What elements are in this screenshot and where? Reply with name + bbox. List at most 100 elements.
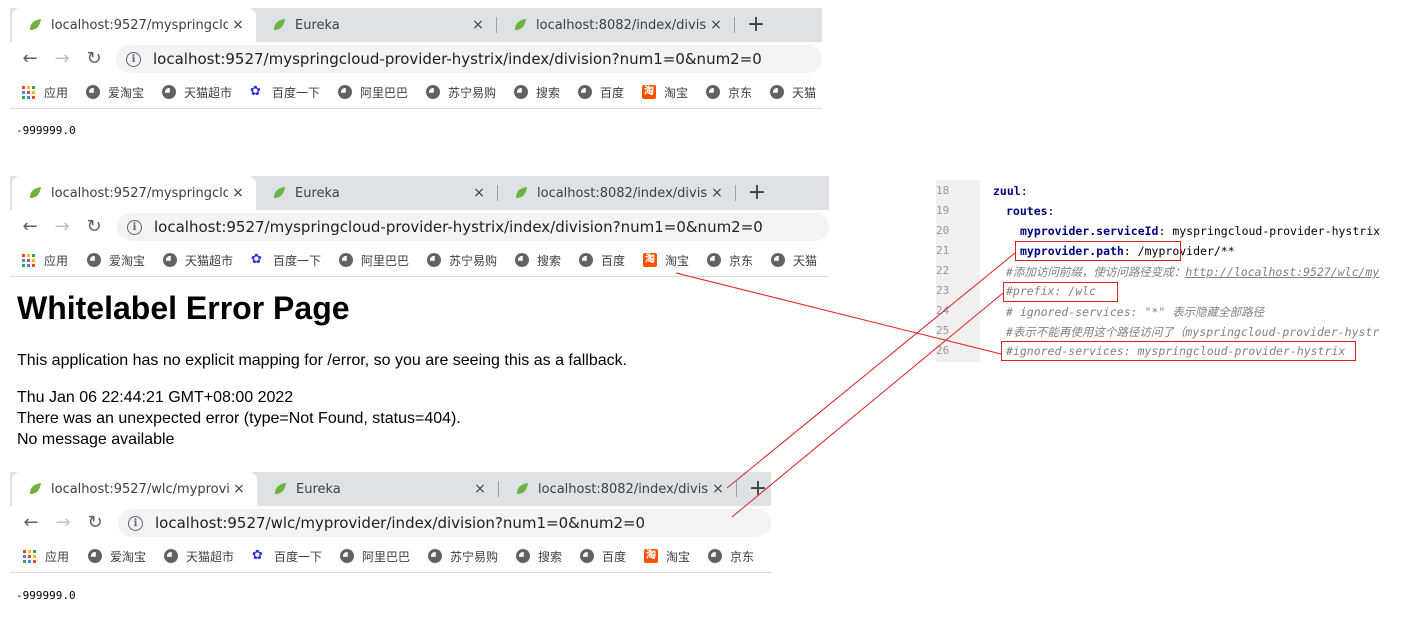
bookmark-label: 搜索 (537, 253, 562, 268)
bookmark-item[interactable]: 爱淘宝 (88, 540, 146, 572)
tab-close-button[interactable]: × (228, 17, 248, 33)
tab-wlc-myprovider[interactable]: localhost:9527/wlc/myprovide × (12, 472, 257, 506)
tab-myspringcloud[interactable]: localhost:9527/myspringcloud × (12, 176, 256, 210)
tab-close-button[interactable]: × (470, 481, 490, 497)
bookmark-item[interactable]: 淘淘宝 (643, 244, 689, 276)
bookmark-item[interactable]: 天猫超市 (162, 76, 232, 108)
bookmark-item[interactable]: ✿ 百度一下 (252, 540, 322, 572)
globe-icon (164, 549, 178, 563)
bookmark-item[interactable]: 百度 (579, 244, 625, 276)
browser-window-1: localhost:9527/myspringcloud × Eureka × … (10, 8, 822, 109)
reload-button[interactable]: ↻ (82, 210, 106, 244)
globe-icon (770, 85, 784, 99)
globe-icon (707, 253, 721, 267)
toolbar: ← → ↻ i localhost:9527/myspringcloud-pro… (10, 42, 822, 76)
new-tab-button[interactable]: + (745, 176, 769, 210)
highlight-box-ignored (1001, 341, 1356, 361)
tab-eureka[interactable]: Eureka × (256, 8, 496, 42)
bookmark-item[interactable]: 天猫超市 (163, 244, 233, 276)
tab-close-button[interactable]: × (707, 185, 727, 201)
back-button[interactable]: ← (19, 506, 43, 540)
bookmark-item[interactable]: 天猫 (770, 76, 816, 108)
code-line: # ignored-services: "*" 表示隐藏全部路径 (1006, 304, 1264, 320)
line-number: 18 (936, 184, 950, 197)
bookmark-item[interactable]: 爱淘宝 (87, 244, 145, 276)
tab-eureka[interactable]: Eureka × (256, 176, 497, 210)
bookmark-item[interactable]: 搜索 (516, 540, 562, 572)
bookmark-label: 淘宝 (666, 549, 691, 564)
info-icon[interactable]: i (127, 219, 142, 235)
tab-close-button[interactable]: × (229, 481, 249, 497)
bookmark-label: 天猫超市 (185, 253, 234, 268)
address-bar[interactable]: i localhost:9527/wlc/myprovider/index/di… (118, 509, 771, 537)
bookmark-item[interactable]: 淘淘宝 (644, 540, 690, 572)
bookmark-label: 百度 (602, 549, 627, 564)
tab-close-button[interactable]: × (706, 17, 726, 33)
bookmark-item[interactable]: 阿里巴巴 (339, 244, 409, 276)
back-button[interactable]: ← (18, 210, 42, 244)
bookmark-item[interactable]: 百度 (578, 76, 624, 108)
globe-icon (163, 253, 177, 267)
response-text-3: -999999.0 (16, 589, 76, 602)
info-icon[interactable]: i (128, 515, 143, 531)
globe-icon (706, 85, 720, 99)
info-icon[interactable]: i (126, 51, 141, 67)
tab-myspringcloud[interactable]: localhost:9527/myspringcloud × (12, 8, 256, 42)
toolbar: ← → ↻ i localhost:9527/myspringcloud-pro… (10, 210, 829, 244)
address-bar[interactable]: i localhost:9527/myspringcloud-provider-… (117, 213, 829, 241)
bookmark-item[interactable]: ✿ 百度一下 (250, 76, 320, 108)
tab-separator (734, 17, 735, 33)
address-bar[interactable]: i localhost:9527/myspringcloud-provider-… (116, 45, 822, 73)
bookmark-item[interactable]: 京东 (708, 540, 754, 572)
tab-close-button[interactable]: × (708, 481, 728, 497)
tab-close-button[interactable]: × (228, 185, 248, 201)
bookmark-item[interactable]: ✿ 百度一下 (251, 244, 321, 276)
baidu-paw-icon: ✿ (251, 252, 262, 267)
bookmark-item[interactable]: 天猫 (771, 244, 817, 276)
bookmark-item[interactable]: 京东 (706, 76, 752, 108)
reload-button[interactable]: ↻ (83, 506, 107, 540)
tab-division[interactable]: localhost:8082/index/division? × (497, 8, 734, 42)
globe-icon (515, 253, 529, 267)
bookmark-label: 百度一下 (273, 253, 322, 268)
forward-button[interactable]: → (51, 506, 75, 540)
bookmark-item[interactable]: 爱淘宝 (86, 76, 144, 108)
tab-division[interactable]: localhost:8082/index/division? × (499, 472, 736, 506)
bookmark-apps[interactable]: 应用 (23, 540, 69, 572)
spring-leaf-icon (517, 483, 528, 494)
bookmark-apps[interactable]: 应用 (22, 76, 68, 108)
bookmark-item[interactable]: 百度 (580, 540, 626, 572)
bookmark-apps[interactable]: 应用 (22, 244, 68, 276)
bookmark-item[interactable]: 苏宁易购 (428, 540, 498, 572)
bookmark-item[interactable]: 苏宁易购 (426, 76, 496, 108)
tab-close-button[interactable]: × (468, 17, 488, 33)
bookmark-item[interactable]: 淘淘宝 (642, 76, 688, 108)
code-line: routes: (1006, 204, 1054, 218)
tab-strip: localhost:9527/wlc/myprovide × Eureka × … (10, 472, 771, 506)
bookmark-label: 苏宁易购 (450, 549, 499, 564)
bookmark-item[interactable]: 天猫超市 (164, 540, 234, 572)
error-note: No message available (17, 431, 175, 448)
bookmark-item[interactable]: 京东 (707, 244, 753, 276)
forward-button[interactable]: → (50, 210, 74, 244)
bookmark-label: 爱淘宝 (108, 85, 145, 100)
reload-button[interactable]: ↻ (82, 42, 106, 76)
bookmark-item[interactable]: 搜索 (514, 76, 560, 108)
bookmark-item[interactable]: 阿里巴巴 (338, 76, 408, 108)
back-button[interactable]: ← (18, 42, 42, 76)
bookmark-label: 应用 (44, 253, 69, 268)
forward-button[interactable]: → (50, 42, 74, 76)
tab-title: localhost:9527/myspringcloud (51, 185, 228, 201)
bookmark-item[interactable]: 阿里巴巴 (340, 540, 410, 572)
globe-icon (88, 549, 102, 563)
tab-division[interactable]: localhost:8082/index/division? × (498, 176, 735, 210)
bookmark-item[interactable]: 苏宁易购 (427, 244, 497, 276)
apps-grid-icon (22, 85, 35, 99)
tab-close-button[interactable]: × (469, 185, 489, 201)
new-tab-button[interactable]: + (744, 8, 768, 42)
new-tab-button[interactable]: + (746, 472, 770, 506)
bookmark-item[interactable]: 搜索 (515, 244, 561, 276)
bookmark-label: 百度 (600, 85, 625, 100)
tab-separator (735, 185, 736, 201)
tab-eureka[interactable]: Eureka × (257, 472, 498, 506)
